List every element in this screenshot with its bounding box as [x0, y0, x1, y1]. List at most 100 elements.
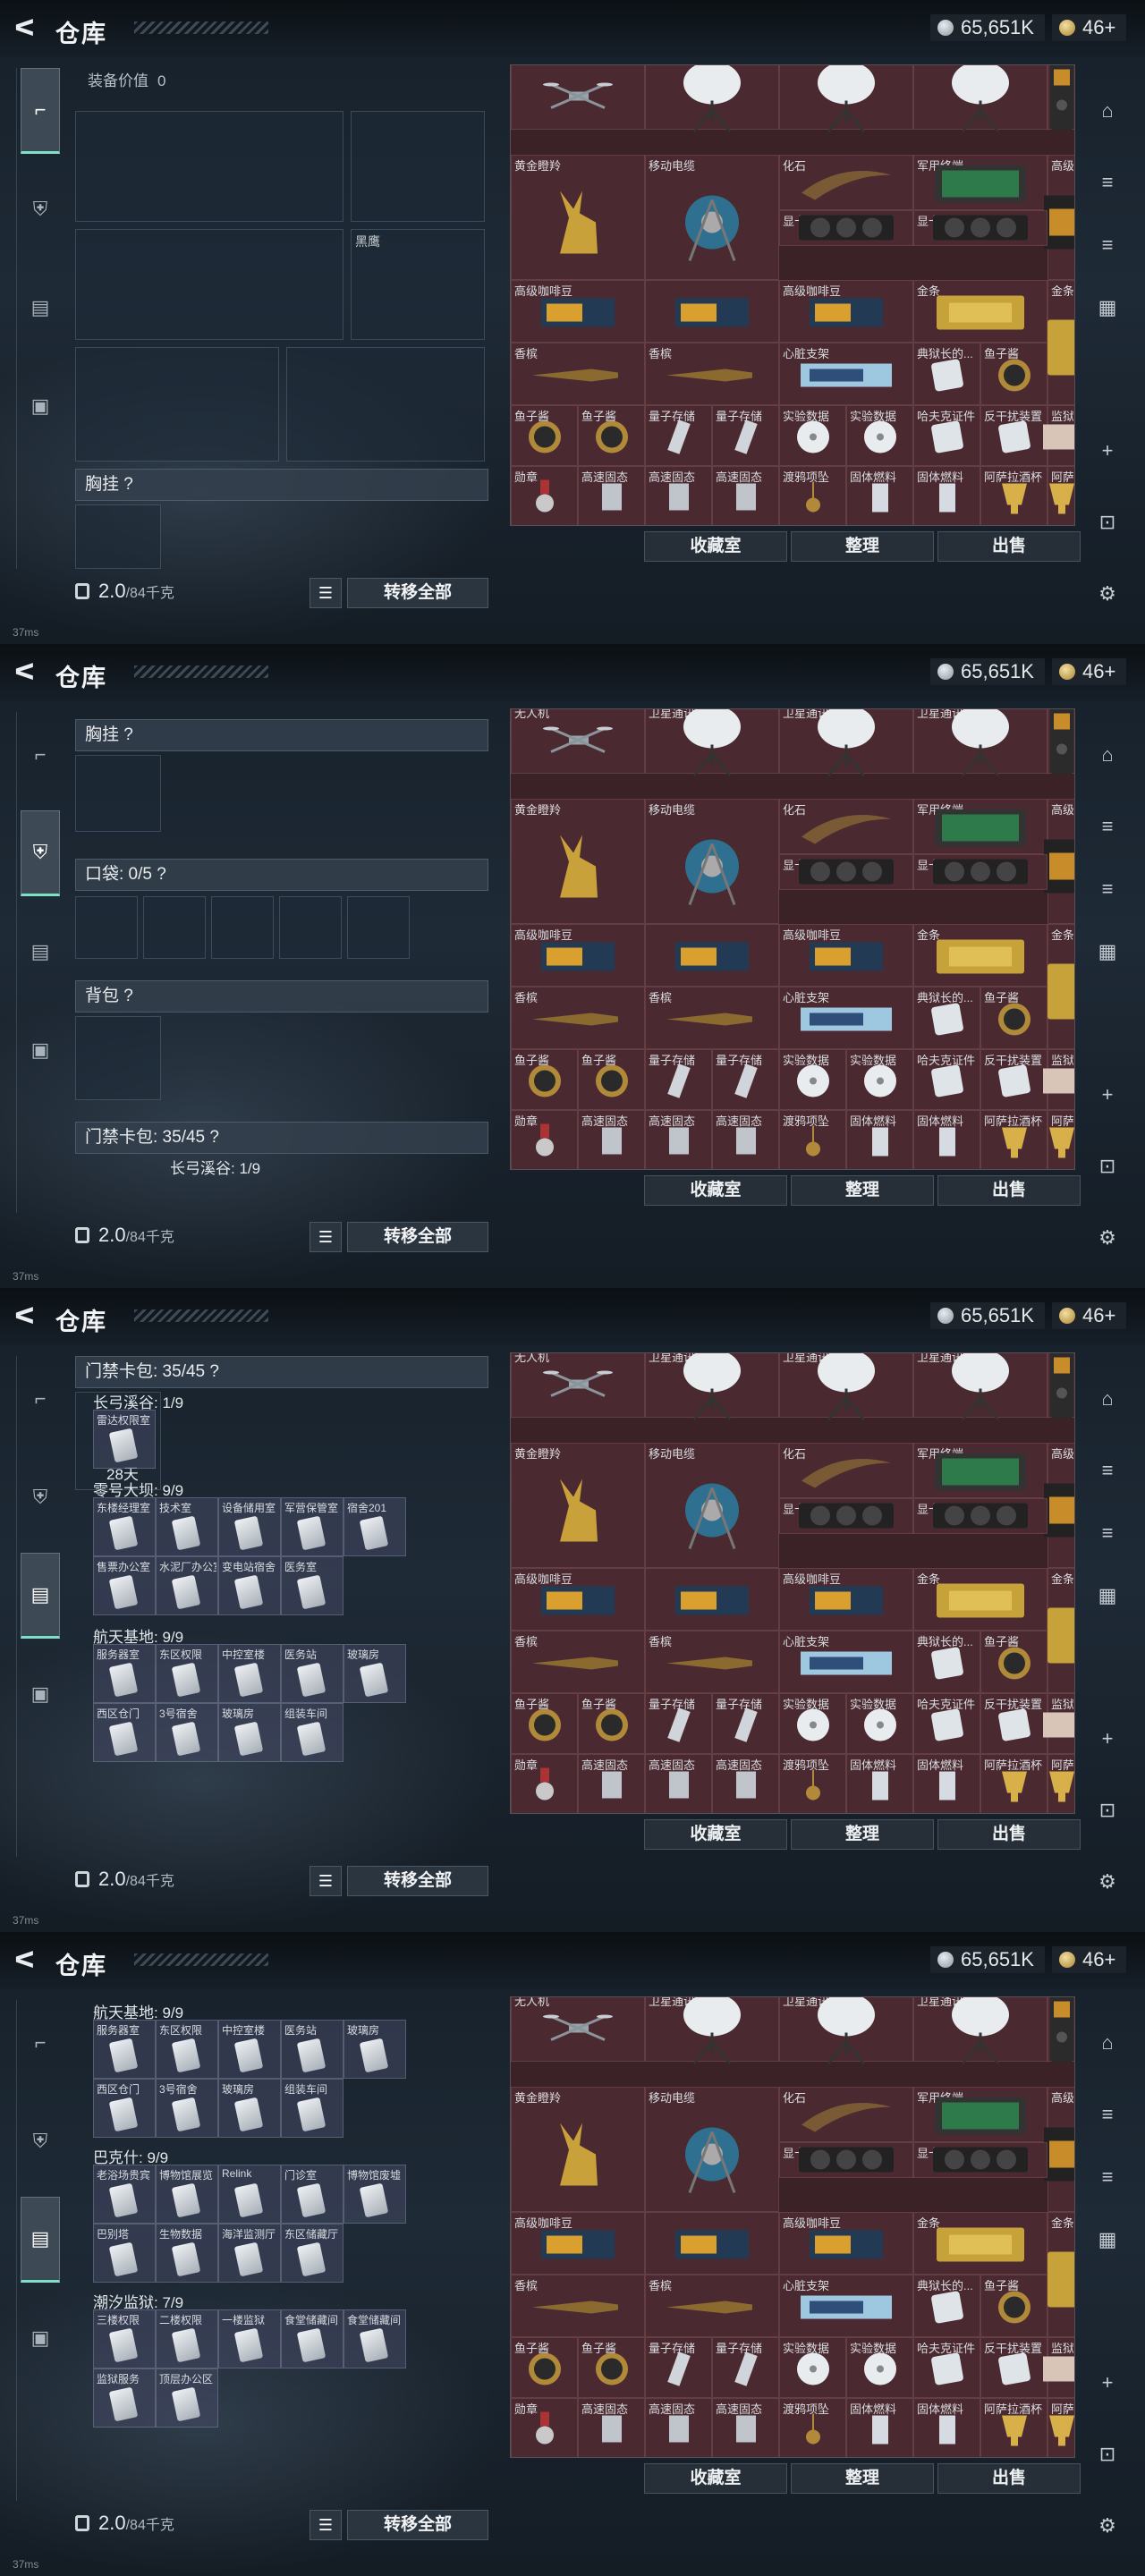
- grid-item[interactable]: 阿萨拉酒杯: [1047, 1754, 1074, 1813]
- collection-button[interactable]: 收藏室: [644, 531, 787, 562]
- keycard-slot[interactable]: 老浴场贵宾: [93, 2165, 156, 2224]
- grid-item[interactable]: 阿萨拉酒杯: [980, 466, 1047, 525]
- keycard-slot[interactable]: 医务站: [281, 1644, 344, 1703]
- grid-item[interactable]: 香槟: [645, 987, 779, 1049]
- grid-item[interactable]: 高速固态: [712, 2398, 779, 2457]
- keycard-slot[interactable]: 设备储用室: [218, 1497, 281, 1556]
- primary-weapon-slot-2[interactable]: [75, 229, 344, 340]
- pocket-slot[interactable]: [75, 896, 138, 959]
- keycard-slot[interactable]: 博物馆展览: [156, 2165, 218, 2224]
- grid-item[interactable]: [1047, 709, 1074, 775]
- shop-icon[interactable]: ▦: [1086, 1574, 1129, 1617]
- grid-item[interactable]: 鱼子酱: [578, 1693, 645, 1754]
- grid-item[interactable]: 量子存储: [645, 405, 712, 466]
- warehouse-icon[interactable]: ⌂: [1086, 1377, 1129, 1420]
- grid-item[interactable]: 无人机: [511, 709, 645, 774]
- grid-item[interactable]: [1047, 1997, 1074, 2063]
- keycard-slot[interactable]: 宿舍201: [344, 1497, 406, 1556]
- tab-armor[interactable]: ⛨: [21, 2098, 60, 2184]
- keycard-slot[interactable]: 东区权限: [156, 2020, 218, 2079]
- keycard-slot[interactable]: 二楼权限: [156, 2309, 218, 2368]
- lock-icon[interactable]: [75, 583, 89, 599]
- grid-item[interactable]: 实验数据: [846, 1693, 913, 1754]
- list-view-icon[interactable]: ☰: [310, 578, 342, 608]
- warehouse-item-grid[interactable]: 无人机卫星通讯卫星通讯卫星通讯黄金瞪羚移动电缆化石军用终端高级咖啡豆显卡显卡高级…: [510, 1352, 1075, 1814]
- grid-item[interactable]: 高级咖啡豆: [1044, 2087, 1074, 2212]
- pocket-slot[interactable]: [143, 896, 206, 959]
- grid-item[interactable]: 反干扰装置: [980, 1049, 1047, 1110]
- grid-page-2-icon[interactable]: ≡: [1086, 1512, 1129, 1555]
- shop-icon[interactable]: ▦: [1086, 930, 1129, 973]
- warehouse-item-grid[interactable]: 无人机卫星通讯卫星通讯卫星通讯黄金瞪羚移动电缆化石军用终端高级咖啡豆显卡显卡高级…: [510, 708, 1075, 1170]
- grid-item[interactable]: 实验数据: [779, 1049, 846, 1110]
- grid-item[interactable]: 无人机: [511, 1353, 645, 1418]
- grid-item[interactable]: 鱼子酱: [578, 405, 645, 466]
- keycard-slot[interactable]: 东楼经理室: [93, 1497, 156, 1556]
- grid-item[interactable]: 移动电缆: [645, 1443, 779, 1568]
- grid-item[interactable]: 军用终端: [913, 1443, 1047, 1498]
- sort-button[interactable]: 整理: [791, 1819, 934, 1850]
- grid-item[interactable]: 哈夫克证件: [913, 405, 980, 466]
- grid-item[interactable]: 量子存储: [645, 1693, 712, 1754]
- keycard-slot[interactable]: 中控室楼: [218, 1644, 281, 1703]
- helmet-slot[interactable]: [75, 347, 279, 462]
- grid-item[interactable]: 鱼子酱: [578, 1049, 645, 1110]
- grid-item[interactable]: 高级咖啡豆: [511, 2212, 645, 2275]
- grid-item[interactable]: 鱼子酱: [511, 1049, 578, 1110]
- keycard-slot[interactable]: 服务器室: [93, 2020, 156, 2079]
- keycard-slot[interactable]: 组装车间: [281, 2079, 344, 2138]
- grid-item[interactable]: 显卡: [779, 2142, 913, 2178]
- grid-page-2-icon[interactable]: ≡: [1086, 224, 1129, 267]
- shop-icon[interactable]: ▦: [1086, 2218, 1129, 2261]
- grid-item[interactable]: [645, 65, 779, 133]
- grid-item[interactable]: 显卡: [913, 854, 1047, 890]
- tab-backpack[interactable]: ▣: [21, 2295, 60, 2381]
- keycard-slot[interactable]: 变电站宿舍: [218, 1556, 281, 1615]
- grid-item[interactable]: 实验数据: [779, 2337, 846, 2398]
- grid-item[interactable]: 典狱长的...: [913, 343, 980, 405]
- sell-button[interactable]: 出售: [937, 1819, 1081, 1850]
- lock-icon[interactable]: ⊡: [1086, 501, 1129, 544]
- settings-gear-icon[interactable]: ⚙: [1086, 572, 1129, 615]
- grid-item[interactable]: 卫星通讯: [645, 1997, 779, 2065]
- grid-item[interactable]: 显卡: [779, 210, 913, 246]
- grid-item[interactable]: 卫星通讯: [645, 1353, 779, 1421]
- grid-item[interactable]: 阿萨拉酒杯: [980, 2398, 1047, 2457]
- grid-item[interactable]: 鱼子酱: [578, 2337, 645, 2398]
- grid-item[interactable]: 监狱身份证: [1043, 2337, 1074, 2398]
- grid-item[interactable]: 固体燃料: [846, 466, 913, 525]
- grid-item[interactable]: 心脏支架: [779, 1631, 913, 1693]
- grid-item[interactable]: 高速固态: [578, 2398, 645, 2457]
- grid-item[interactable]: 卫星通讯: [779, 709, 913, 777]
- grid-item[interactable]: [779, 65, 913, 133]
- grid-item[interactable]: 军用终端: [913, 155, 1047, 210]
- grid-item[interactable]: 典狱长的...: [913, 987, 980, 1049]
- grid-item[interactable]: 高速固态: [712, 1754, 779, 1813]
- grid-item[interactable]: 固体燃料: [846, 1110, 913, 1169]
- grid-item[interactable]: 金条: [913, 924, 1047, 987]
- grid-item[interactable]: 黄金瞪羚: [511, 799, 645, 924]
- lock-icon[interactable]: ⊡: [1086, 2433, 1129, 2476]
- grid-item[interactable]: 量子存储: [712, 405, 779, 466]
- grid-item[interactable]: 香槟: [511, 2275, 645, 2337]
- grid-item[interactable]: [645, 280, 779, 343]
- tab-weapons[interactable]: ⌐: [21, 2000, 60, 2086]
- keycard-slot[interactable]: 技术室: [156, 1497, 218, 1556]
- sort-button[interactable]: 整理: [791, 2463, 934, 2494]
- lock-icon[interactable]: ⊡: [1086, 1789, 1129, 1832]
- warehouse-icon[interactable]: ⌂: [1086, 89, 1129, 132]
- grid-item[interactable]: 阿萨拉酒杯: [980, 1754, 1047, 1813]
- grid-item[interactable]: 心脏支架: [779, 2275, 913, 2337]
- grid-item[interactable]: 典狱长的...: [913, 2275, 980, 2337]
- grid-item[interactable]: 卫星通讯: [645, 709, 779, 777]
- grid-item[interactable]: 高速固态: [578, 1754, 645, 1813]
- back-arrow-icon[interactable]: ᐸ: [14, 16, 38, 39]
- keycard-slot[interactable]: 食堂储藏间: [344, 2309, 406, 2368]
- grid-item[interactable]: 阿萨拉酒杯: [1047, 2398, 1074, 2457]
- grid-item[interactable]: 香槟: [511, 1631, 645, 1693]
- grid-item[interactable]: 量子存储: [712, 1693, 779, 1754]
- grid-item[interactable]: 渡鸦项坠: [779, 466, 846, 525]
- keycard-slot[interactable]: 医务站: [281, 2020, 344, 2079]
- grid-item[interactable]: 化石: [779, 155, 913, 210]
- melee-slot[interactable]: 黑鹰: [351, 229, 485, 340]
